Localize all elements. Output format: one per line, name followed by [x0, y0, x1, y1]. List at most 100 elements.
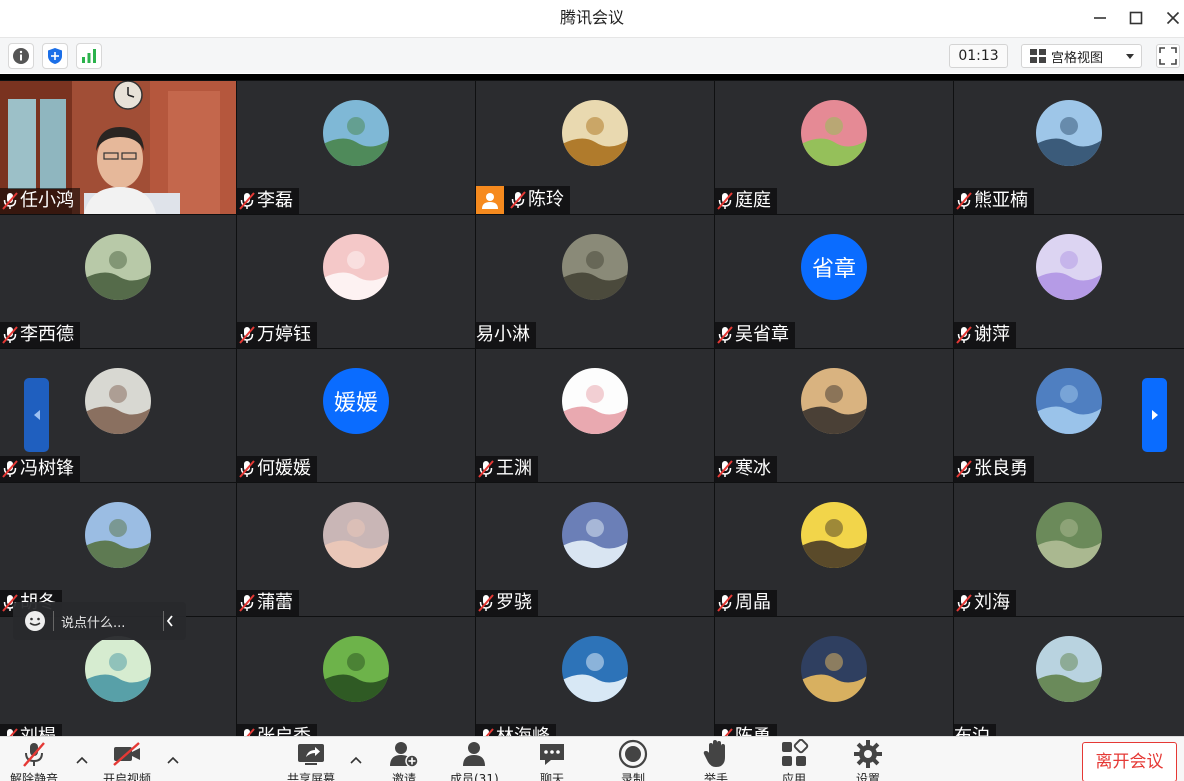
participant-nametag: 刘榻: [0, 724, 62, 736]
title-bar: 腾讯会议: [0, 0, 1184, 36]
participant-name: 谢萍: [974, 324, 1010, 345]
view-mode-label: 宫格视图: [1051, 50, 1104, 66]
participant-nametag: 蒲蕾: [237, 590, 299, 616]
minimize-button[interactable]: [1088, 6, 1112, 30]
participant-tile[interactable]: 万婷钰: [237, 215, 475, 348]
fullscreen-button[interactable]: [1156, 44, 1180, 68]
participant-tile[interactable]: 李西德: [0, 215, 236, 348]
audio-options-chevron-icon[interactable]: [76, 755, 88, 765]
previous-page-button[interactable]: [24, 378, 49, 452]
settings-label: 设置: [855, 772, 880, 781]
microphone-muted-icon: [239, 326, 255, 344]
participant-tile[interactable]: 张启秀: [237, 617, 475, 736]
participant-avatar: 媛媛: [323, 368, 389, 434]
participant-tile[interactable]: 寒冰: [715, 349, 953, 482]
participant-avatar: [562, 368, 628, 434]
participant-name: 林海峰: [496, 724, 550, 736]
next-page-button[interactable]: [1142, 378, 1167, 452]
microphone-muted-icon: [23, 742, 45, 767]
settings-button[interactable]: 设置: [852, 739, 884, 781]
chat-label: 聊天: [539, 772, 564, 781]
leave-meeting-button[interactable]: 离开会议: [1082, 742, 1177, 781]
participant-nametag: 吴省章: [715, 322, 795, 348]
participant-name: 陈勇: [735, 724, 771, 736]
participant-nametag: 王渊: [476, 456, 538, 482]
microphone-muted-icon: [2, 460, 18, 478]
shield-icon: [48, 48, 62, 64]
unmute-button[interactable]: 解除静音: [10, 739, 58, 781]
invite-user-icon: [390, 742, 419, 768]
participant-name: 刘海: [974, 592, 1010, 613]
participant-tile[interactable]: 陈玲: [476, 81, 714, 214]
participant-tile[interactable]: 易小淋: [476, 215, 714, 348]
members-button[interactable]: 成员(31): [450, 739, 499, 781]
chat-input[interactable]: 说点什么...: [61, 612, 125, 631]
chat-button[interactable]: 聊天: [536, 739, 568, 781]
participant-name: 王渊: [496, 458, 532, 479]
view-mode-select[interactable]: 宫格视图: [1021, 44, 1142, 68]
participant-tile[interactable]: 陈勇: [715, 617, 953, 736]
microphone-muted-icon: [2, 192, 18, 210]
participant-tile[interactable]: 蒲蕾: [237, 483, 475, 616]
share-screen-icon: [298, 744, 324, 765]
participant-nametag: 熊亚楠: [954, 188, 1034, 214]
share-screen-button[interactable]: 共享屏幕: [287, 739, 335, 781]
participant-name: 任小鸿: [20, 190, 74, 211]
video-options-chevron-icon[interactable]: [167, 755, 179, 765]
participant-nametag: 万婷钰: [237, 322, 317, 348]
participant-tile[interactable]: 刘海: [954, 483, 1184, 616]
chat-bubble-icon: [540, 744, 564, 765]
quick-chat-bar[interactable]: 说点什么...: [13, 602, 186, 640]
share-options-chevron-icon[interactable]: [350, 755, 362, 765]
meeting-info-button[interactable]: [8, 43, 34, 69]
participant-name: 李西德: [20, 324, 74, 345]
participant-name: 庭庭: [735, 190, 771, 211]
raise-hand-label: 举手: [703, 772, 728, 781]
invite-label: 邀请: [391, 772, 416, 781]
info-icon: [13, 48, 29, 64]
security-button[interactable]: [42, 43, 68, 69]
participant-nametag: 布泊: [954, 724, 996, 736]
network-button[interactable]: [76, 43, 102, 69]
bottom-toolbar: 解除静音 开启视频 共享屏幕 邀请 成员(31) 聊天 录制 举手 应用 设置 …: [0, 736, 1184, 781]
participant-tile[interactable]: 谢萍: [954, 215, 1184, 348]
participant-tile[interactable]: 林海峰: [476, 617, 714, 736]
window-title: 腾讯会议: [559, 8, 624, 27]
record-button[interactable]: 录制: [617, 739, 649, 781]
participant-name: 罗骁: [496, 592, 532, 613]
share-screen-label: 共享屏幕: [287, 772, 336, 781]
maximize-button[interactable]: [1124, 6, 1148, 30]
invite-button[interactable]: 邀请: [388, 739, 420, 781]
participant-name: 万婷钰: [257, 324, 311, 345]
participant-nametag: 罗骁: [476, 590, 538, 616]
chevron-down-icon: [1126, 54, 1134, 59]
meeting-window: 腾讯会议 01:13 宫格视图 任小鸿 李磊 陈玲 庭庭 熊亚楠 李西德 万婷钰…: [0, 0, 1184, 781]
participant-avatar: [562, 502, 628, 568]
participant-tile[interactable]: 熊亚楠: [954, 81, 1184, 214]
participant-name: 布泊: [954, 724, 990, 736]
signal-icon: [82, 49, 96, 63]
participant-tile[interactable]: 周晶: [715, 483, 953, 616]
participant-name: 易小淋: [476, 324, 530, 345]
start-video-button[interactable]: 开启视频: [103, 739, 151, 781]
microphone-muted-icon: [717, 594, 733, 612]
participant-tile[interactable]: 王渊: [476, 349, 714, 482]
close-button[interactable]: [1161, 6, 1184, 30]
participant-tile[interactable]: 省章 吴省章: [715, 215, 953, 348]
chevron-right-icon: [1151, 410, 1158, 420]
participant-tile[interactable]: 李磊: [237, 81, 475, 214]
participant-tile[interactable]: 布泊: [954, 617, 1184, 736]
participant-tile[interactable]: 任小鸿: [0, 81, 236, 214]
participant-tile[interactable]: 媛媛 何媛媛: [237, 349, 475, 482]
participant-avatar: [1036, 502, 1102, 568]
video-grid-area: 任小鸿 李磊 陈玲 庭庭 熊亚楠 李西德 万婷钰 易小淋 省章 吴省章 谢萍 冯树锋 媛媛 何媛媛 王渊 寒冰…: [0, 74, 1184, 736]
microphone-muted-icon: [956, 460, 972, 478]
apps-button[interactable]: 应用: [778, 739, 810, 781]
participant-tile[interactable]: 庭庭: [715, 81, 953, 214]
participant-tile[interactable]: 罗骁: [476, 483, 714, 616]
participant-nametag: 任小鸿: [0, 188, 80, 214]
participant-tile[interactable]: 胡冬: [0, 483, 236, 616]
raise-hand-button[interactable]: 举手: [700, 739, 732, 781]
apps-label: 应用: [781, 772, 806, 781]
microphone-muted-icon: [478, 594, 494, 612]
